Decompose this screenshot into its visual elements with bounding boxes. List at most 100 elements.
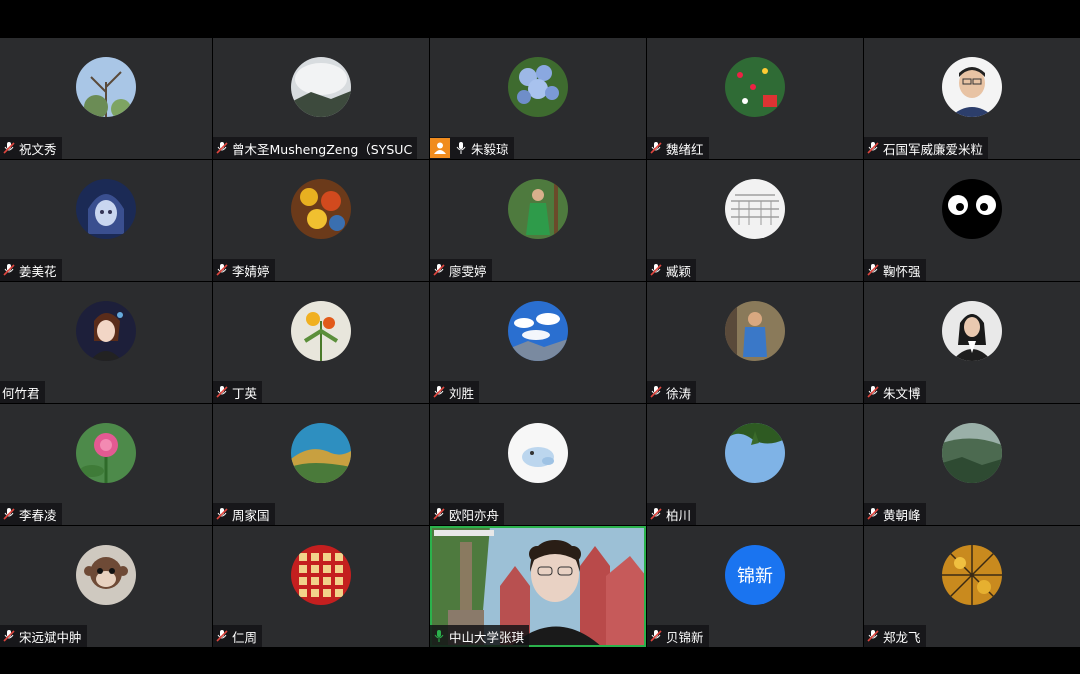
nameplate: 祝文秀 [0, 137, 62, 159]
host-icon [430, 138, 450, 158]
participant-name: 李春凌 [19, 507, 57, 523]
mic-muted-icon [433, 264, 445, 276]
participant-name: 贝锦新 [666, 629, 704, 645]
nameplate: 徐涛 [647, 381, 697, 403]
mic-muted-icon [867, 630, 879, 642]
mic-muted-icon [867, 508, 879, 520]
mic-muted-icon [867, 264, 879, 276]
nameplate: 宋远斌中肿 [0, 625, 87, 647]
nameplate: 丁英 [213, 381, 263, 403]
mic-muted-icon [216, 386, 228, 398]
participant-tile[interactable]: 曾木圣MushengZeng（SYSUC [213, 38, 429, 159]
nameplate: 姜美花 [0, 259, 62, 281]
nameplate: 欧阳亦舟 [430, 503, 505, 525]
participant-tile[interactable]: 锦新 贝锦新 [647, 526, 863, 647]
nameplate: 石国军威廉爱米粒 [864, 137, 989, 159]
avatar [508, 423, 568, 483]
participant-tile[interactable]: 李春凌 [0, 404, 212, 525]
participant-name: 臧颖 [666, 263, 692, 279]
avatar [725, 423, 785, 483]
nameplate: 廖雯婷 [430, 259, 492, 281]
participant-grid: 祝文秀 曾木圣MushengZeng（SYSUC 朱毅琼 魏绪红 石国军威廉爱米… [0, 38, 1080, 648]
participant-name: 仁周 [232, 629, 258, 645]
avatar [942, 301, 1002, 361]
participant-name: 柏川 [666, 507, 692, 523]
avatar-initials: 锦新 [737, 566, 773, 587]
avatar: 锦新 [725, 545, 785, 605]
participant-tile[interactable]: 黄朝峰 [864, 404, 1080, 525]
participant-tile[interactable]: 刘胜 [430, 282, 646, 403]
participant-name: 丁英 [232, 385, 258, 401]
avatar [508, 57, 568, 117]
participant-tile[interactable]: 祝文秀 [0, 38, 212, 159]
mic-muted-icon [650, 630, 662, 642]
participant-tile[interactable]: 丁英 [213, 282, 429, 403]
participant-name: 祝文秀 [19, 141, 57, 157]
participant-tile[interactable]: 臧颖 [647, 160, 863, 281]
participant-tile[interactable]: 周家国 [213, 404, 429, 525]
participant-tile[interactable]: 魏绪红 [647, 38, 863, 159]
nameplate: 刘胜 [430, 381, 480, 403]
participant-tile[interactable]: 廖雯婷 [430, 160, 646, 281]
avatar [508, 179, 568, 239]
participant-tile[interactable]: 宋远斌中肿 [0, 526, 212, 647]
participant-tile[interactable]: 朱毅琼 [430, 38, 646, 159]
participant-name: 姜美花 [19, 263, 57, 279]
avatar [725, 179, 785, 239]
avatar [291, 545, 351, 605]
nameplate: 李春凌 [0, 503, 62, 525]
mic-muted-icon [433, 386, 445, 398]
participant-name: 李婧婷 [232, 263, 270, 279]
participant-tile[interactable]: 郑龙飞 [864, 526, 1080, 647]
nameplate: 鞠怀强 [864, 259, 926, 281]
mic-muted-icon [650, 386, 662, 398]
mic-muted-icon [3, 508, 15, 520]
participant-video-tile[interactable]: 中山大学张琪 [430, 526, 646, 647]
avatar [291, 179, 351, 239]
participant-tile[interactable]: 徐涛 [647, 282, 863, 403]
nameplate: 魏绪红 [647, 137, 709, 159]
participant-name: 廖雯婷 [449, 263, 487, 279]
participant-name: 刘胜 [449, 385, 475, 401]
participant-name: 鞠怀强 [883, 263, 921, 279]
participant-tile[interactable]: 何竹君 [0, 282, 212, 403]
avatar [725, 57, 785, 117]
mic-icon [456, 142, 466, 154]
participant-tile[interactable]: 欧阳亦舟 [430, 404, 646, 525]
nameplate: 臧颖 [647, 259, 697, 281]
participant-tile[interactable]: 石国军威廉爱米粒 [864, 38, 1080, 159]
participant-name: 朱毅琼 [471, 141, 509, 157]
nameplate: 曾木圣MushengZeng（SYSUC [213, 137, 418, 159]
nameplate: 朱文博 [864, 381, 926, 403]
mic-muted-icon [433, 508, 445, 520]
mic-muted-icon [650, 508, 662, 520]
avatar [76, 545, 136, 605]
participant-name: 石国军威廉爱米粒 [883, 141, 984, 157]
avatar [942, 57, 1002, 117]
participant-tile[interactable]: 鞠怀强 [864, 160, 1080, 281]
mic-muted-icon [216, 142, 228, 154]
nameplate: 周家国 [213, 503, 275, 525]
avatar [942, 179, 1002, 239]
mic-muted-icon [216, 630, 228, 642]
nameplate: 黄朝峰 [864, 503, 926, 525]
participant-tile[interactable]: 柏川 [647, 404, 863, 525]
participant-name: 周家国 [232, 507, 270, 523]
avatar [942, 423, 1002, 483]
participant-tile[interactable]: 朱文博 [864, 282, 1080, 403]
participant-tile[interactable]: 姜美花 [0, 160, 212, 281]
participant-name: 魏绪红 [666, 141, 704, 157]
mic-muted-icon [867, 142, 879, 154]
nameplate: 仁周 [213, 625, 263, 647]
nameplate: 朱毅琼 [430, 137, 514, 159]
participant-name: 欧阳亦舟 [449, 507, 500, 523]
participant-name: 曾木圣MushengZeng（SYSUC [232, 141, 413, 157]
participant-name: 黄朝峰 [883, 507, 921, 523]
mic-muted-icon [650, 142, 662, 154]
participant-tile[interactable]: 仁周 [213, 526, 429, 647]
nameplate: 郑龙飞 [864, 625, 926, 647]
participant-tile[interactable]: 李婧婷 [213, 160, 429, 281]
avatar [942, 545, 1002, 605]
nameplate: 柏川 [647, 503, 697, 525]
mic-muted-icon [216, 508, 228, 520]
